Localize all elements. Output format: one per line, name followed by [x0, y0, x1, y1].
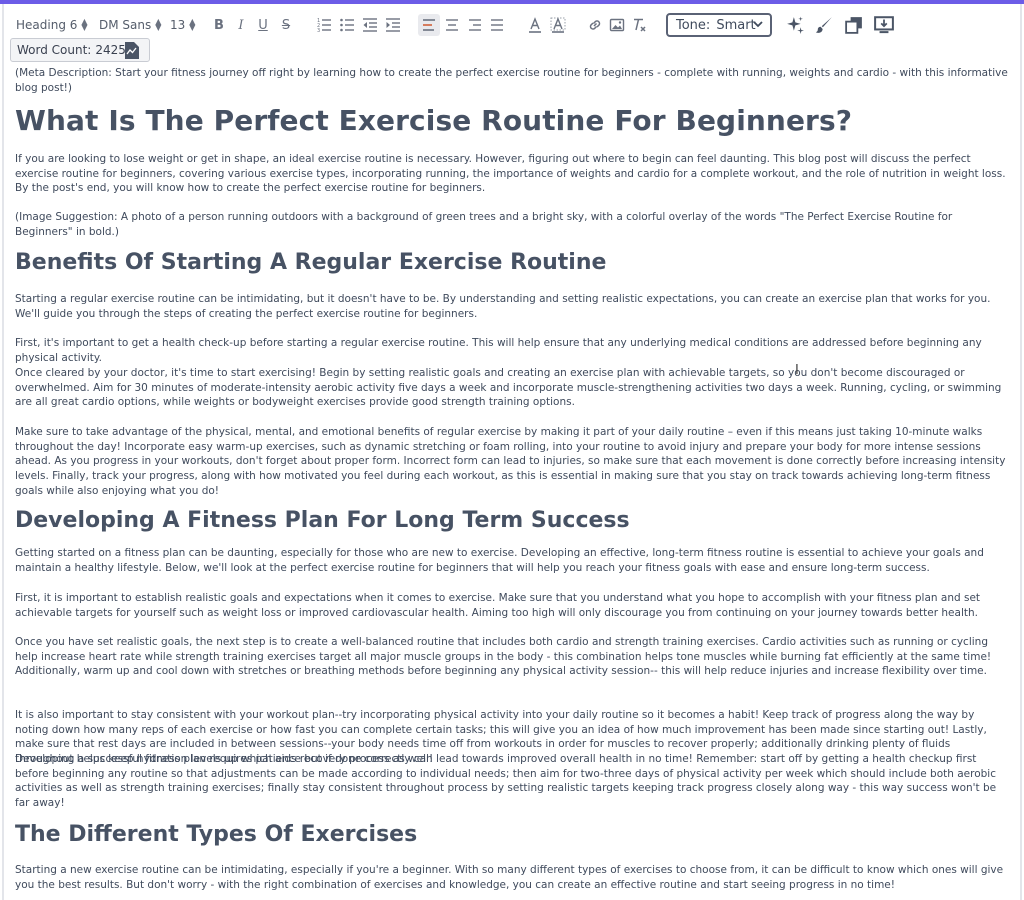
clear-format-icon — [634, 18, 646, 32]
brush-icon — [815, 17, 832, 33]
benefits-paragraph-1: Starting a regular exercise routine can … — [15, 293, 991, 320]
text-color-button[interactable] — [524, 14, 546, 36]
benefits-paragraph-3: Once cleared by your doctor, it's time t… — [15, 367, 1002, 409]
highlight-icon — [550, 17, 566, 33]
italic-icon: I — [238, 17, 244, 33]
font-size-value: 13 — [170, 18, 186, 32]
benefits-paragraph-2: First, it's important to get a health ch… — [15, 337, 982, 364]
bullet-list-icon — [340, 18, 354, 32]
article-title: What Is The Perfect Exercise Routine For… — [15, 104, 853, 137]
image-button[interactable] — [606, 14, 628, 36]
font-size-select[interactable]: 13 ▲ ▼ — [170, 14, 195, 36]
align-center-icon — [446, 19, 458, 31]
plan-paragraph-2: First, it is important to establish real… — [15, 592, 981, 619]
align-justify-button[interactable] — [486, 14, 508, 36]
link-icon — [589, 20, 601, 30]
updown-arrows-icon: ▲ ▼ — [155, 17, 162, 32]
underline-button[interactable]: U — [252, 14, 274, 36]
tone-select[interactable]: Tone: Smart — [666, 13, 772, 37]
bullet-list-button[interactable] — [336, 14, 358, 36]
align-justify-icon — [491, 19, 503, 31]
document-chart-icon[interactable] — [125, 42, 139, 59]
highlight-button[interactable] — [547, 14, 569, 36]
text-color-icon — [529, 17, 541, 33]
align-left-icon — [423, 19, 435, 31]
image-suggestion: (Image Suggestion: A photo of a person r… — [15, 211, 953, 238]
block-format-value: Heading 6 — [16, 18, 78, 32]
align-right-button[interactable] — [464, 14, 486, 36]
outdent-button[interactable] — [359, 14, 381, 36]
word-count-label: Word Count: — [17, 43, 92, 57]
meta-description: (Meta Description: Start your fitness jo… — [15, 67, 1008, 94]
font-family-value: DM Sans — [99, 18, 152, 32]
ai-sparkle-button[interactable] — [783, 14, 807, 36]
underline-icon: U — [258, 17, 268, 33]
publish-button[interactable] — [871, 14, 897, 36]
strikethrough-icon: S — [281, 17, 291, 33]
align-center-button[interactable] — [441, 14, 463, 36]
word-count-value: 2425 — [95, 43, 126, 57]
clear-format-button[interactable] — [628, 14, 650, 36]
chevron-down-icon — [753, 21, 763, 28]
editor-border-right — [1020, 4, 1022, 900]
heading-fitness-plan: Developing A Fitness Plan For Long Term … — [15, 508, 630, 533]
ordered-list-button[interactable]: 123 — [313, 14, 335, 36]
copy-button[interactable] — [842, 14, 866, 36]
align-right-icon — [469, 19, 481, 31]
link-button[interactable] — [584, 14, 606, 36]
bold-button[interactable]: B — [208, 14, 230, 36]
sparkle-icon — [787, 16, 804, 34]
align-left-button[interactable] — [418, 14, 440, 36]
text-cursor-icon: I — [795, 363, 799, 378]
strikethrough-button[interactable]: S — [275, 14, 297, 36]
heading-exercise-types: The Different Types Of Exercises — [15, 822, 418, 847]
updown-arrows-icon: ▲ ▼ — [189, 17, 196, 32]
plan-paragraph-3: Once you have set realistic goals, the n… — [15, 636, 992, 678]
brush-button[interactable] — [812, 14, 836, 36]
monitor-download-icon — [874, 16, 894, 34]
italic-button[interactable]: I — [230, 14, 252, 36]
ordered-list-icon: 123 — [317, 18, 331, 33]
indent-button[interactable] — [382, 14, 404, 36]
intro-paragraph: If you are looking to lose weight or get… — [15, 153, 1006, 195]
block-format-select[interactable]: Heading 6 ▲ ▼ — [16, 14, 88, 36]
font-family-select[interactable]: DM Sans ▲ ▼ — [99, 14, 161, 36]
outdent-icon — [363, 18, 377, 32]
indent-icon — [386, 18, 400, 32]
plan-paragraph-5: Developing a successful fitness plan req… — [15, 753, 997, 810]
word-count-badge: Word Count: 2425 — [10, 38, 150, 62]
editor-border-left — [2, 4, 4, 900]
heading-benefits: Benefits Of Starting A Regular Exercise … — [15, 250, 607, 275]
svg-text:3: 3 — [317, 28, 320, 33]
plan-paragraph-1: Getting started on a fitness plan can be… — [15, 547, 984, 574]
copy-icon — [845, 17, 862, 34]
tone-label: Tone: — [676, 17, 711, 33]
image-icon — [609, 18, 625, 32]
bold-icon: B — [214, 17, 224, 33]
updown-arrows-icon: ▲ ▼ — [81, 17, 88, 32]
tone-value: Smart — [716, 17, 756, 33]
types-paragraph-1: Starting a new exercise routine can be i… — [15, 864, 1004, 891]
benefits-paragraph-4: Make sure to take advantage of the physi… — [15, 426, 1006, 497]
editor-toolbar: Heading 6 ▲ ▼ DM Sans ▲ ▼ 13 ▲ ▼ B I U S 12… — [4, 4, 1020, 64]
toolbar-row: Heading 6 ▲ ▼ DM Sans ▲ ▼ 13 ▲ ▼ B I U S 12… — [4, 10, 1020, 40]
